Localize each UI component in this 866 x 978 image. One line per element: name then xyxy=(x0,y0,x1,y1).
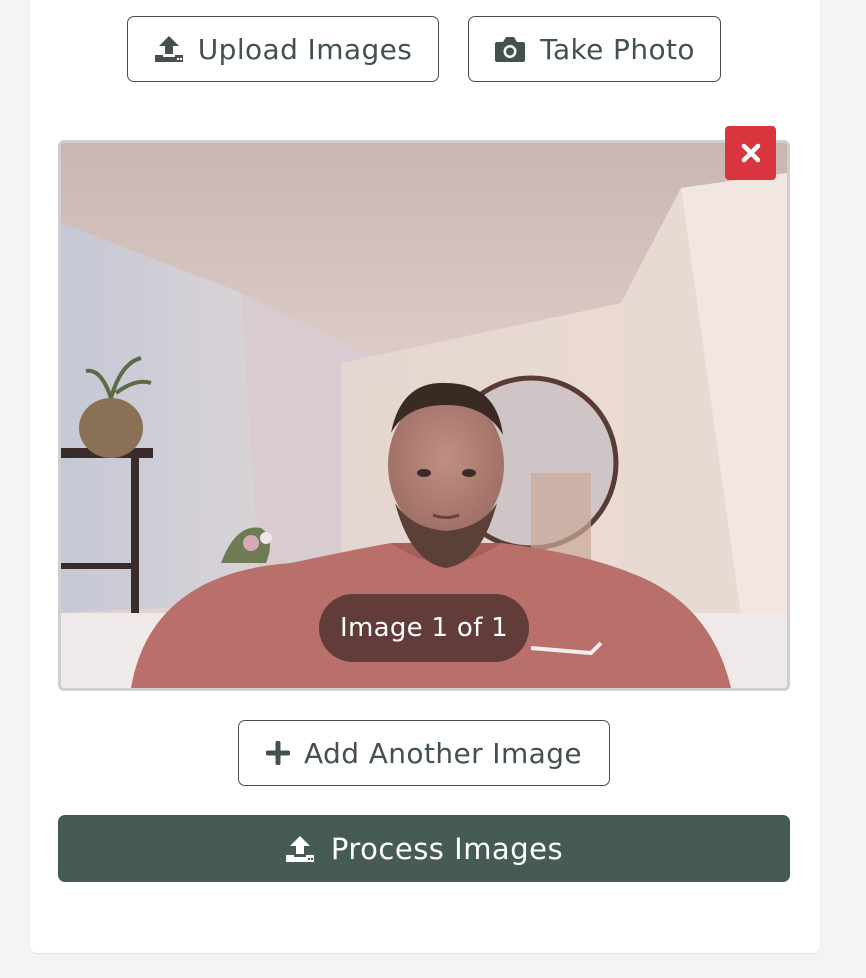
upload-icon xyxy=(285,835,314,862)
upload-icon xyxy=(154,36,183,62)
remove-image-button[interactable] xyxy=(725,126,776,180)
upload-images-button[interactable]: Upload Images xyxy=(127,16,439,82)
take-photo-label: Take Photo xyxy=(540,32,695,66)
close-icon xyxy=(741,143,760,163)
camera-icon xyxy=(495,37,526,62)
process-images-button[interactable]: Process Images xyxy=(58,815,790,882)
add-another-image-button[interactable]: Add Another Image xyxy=(238,720,610,786)
image-counter-badge: Image 1 of 1 xyxy=(319,594,529,662)
process-images-label: Process Images xyxy=(330,831,564,866)
plus-icon xyxy=(266,741,290,765)
upload-images-label: Upload Images xyxy=(197,32,413,66)
take-photo-button[interactable]: Take Photo xyxy=(468,16,721,82)
add-another-image-label: Add Another Image xyxy=(304,736,582,770)
